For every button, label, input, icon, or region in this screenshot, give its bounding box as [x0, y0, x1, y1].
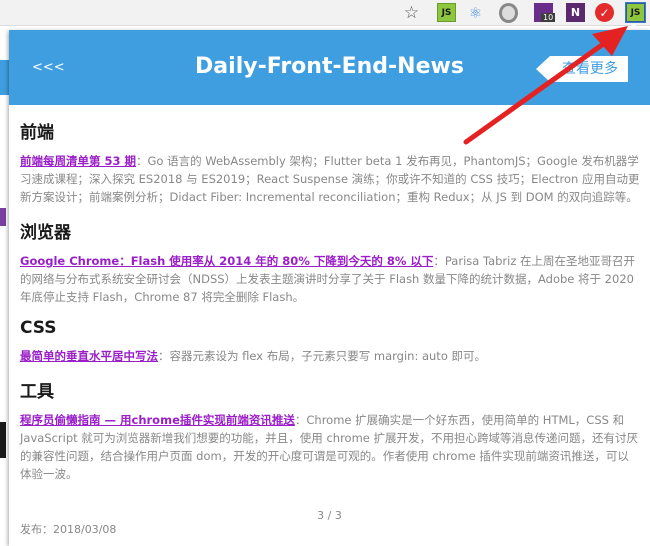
extension-badge-count: 10: [541, 13, 556, 22]
news-section: 浏览器 Google Chrome：Flash 使用率从 2014 年的 80%…: [20, 218, 640, 306]
news-description: ：容器元素设为 flex 布局，子元素只要写 margin: auto 即可。: [158, 349, 487, 363]
news-link[interactable]: 最简单的垂直水平居中写法: [20, 349, 158, 363]
view-more-button[interactable]: 查看更多: [536, 56, 628, 82]
section-title: 浏览器: [20, 223, 71, 243]
section-title: CSS: [20, 318, 57, 338]
news-content: 前端 前端每周清单第 53 期：Go 语言的 WebAssembly 架构；Fl…: [20, 118, 640, 495]
section-title: 工具: [20, 382, 54, 402]
news-section: CSS 最简单的垂直水平居中写法：容器元素设为 flex 布局，子元素只要写 m…: [20, 318, 640, 365]
news-section: 前端 前端每周清单第 53 期：Go 语言的 WebAssembly 架构；Fl…: [20, 118, 640, 206]
background-fragment: [0, 422, 6, 458]
news-link[interactable]: Google Chrome：Flash 使用率从 2014 年的 80% 下降到…: [20, 254, 433, 268]
news-item: Google Chrome：Flash 使用率从 2014 年的 80% 下降到…: [20, 252, 640, 306]
daily-news-extension-icon[interactable]: JS: [626, 3, 645, 22]
bookmark-star-icon[interactable]: ☆: [402, 3, 421, 23]
browser-toolbar: ☆ JS ⚛ 10 N ✓ JS: [0, 0, 650, 26]
popup-header: <<< Daily-Front-End-News 查看更多: [9, 30, 650, 105]
red-check-extension-icon[interactable]: ✓: [595, 3, 614, 22]
background-fragment: [0, 208, 6, 226]
news-link[interactable]: 程序员偷懒指南 — 用chrome插件实现前端资讯推送: [20, 413, 295, 427]
section-title: 前端: [20, 123, 54, 143]
circle-extension-icon[interactable]: [499, 3, 518, 22]
react-devtools-icon[interactable]: ⚛: [466, 3, 485, 22]
news-item: 程序员偷懒指南 — 用chrome插件实现前端资讯推送：Chrome 扩展确实是…: [20, 411, 640, 483]
news-link[interactable]: 前端每周清单第 53 期: [20, 154, 136, 168]
publish-date: 发布：2018/03/08: [20, 523, 117, 536]
background-page-edge: [0, 26, 9, 546]
extension-popup: <<< Daily-Front-End-News 查看更多 前端 前端每周清单第…: [9, 30, 650, 546]
news-item: 前端每周清单第 53 期：Go 语言的 WebAssembly 架构；Flutt…: [20, 152, 640, 206]
js-extension-icon[interactable]: JS: [437, 3, 456, 22]
news-section: 工具 程序员偷懒指南 — 用chrome插件实现前端资讯推送：Chrome 扩展…: [20, 377, 640, 483]
background-header-fragment: [0, 60, 9, 95]
news-item: 最简单的垂直水平居中写法：容器元素设为 flex 布局，子元素只要写 margi…: [20, 347, 640, 365]
onenote-extension-icon[interactable]: N: [566, 3, 585, 22]
